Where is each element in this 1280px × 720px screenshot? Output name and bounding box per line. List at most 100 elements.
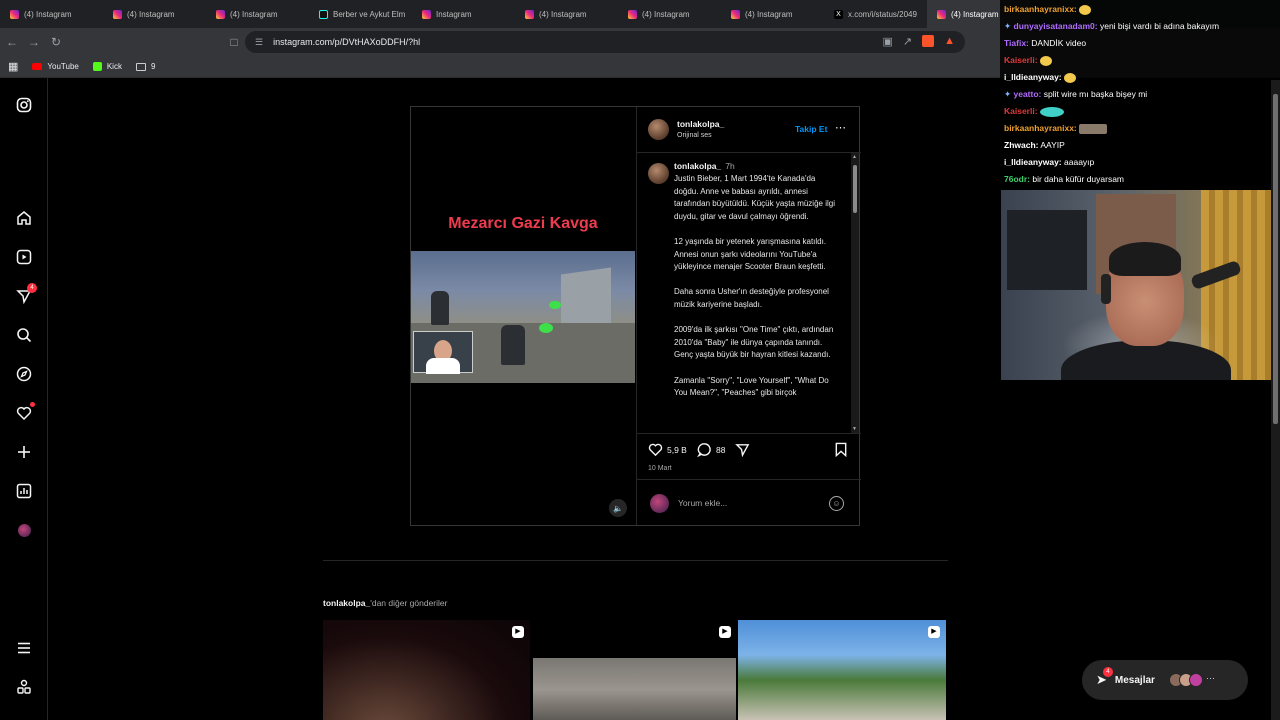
post-details: tonlakolpa_ Orijinal ses Takip Et ⋯ tonl… bbox=[636, 107, 861, 525]
chat-message: 76odr: bir daha küfür duyarsam bbox=[1004, 174, 1124, 184]
browser-tab[interactable]: (4) Instagram bbox=[0, 0, 103, 28]
tab-label: Instagram bbox=[436, 9, 472, 19]
user-avatar[interactable] bbox=[648, 119, 669, 140]
grid-post[interactable]: ▶ bbox=[533, 620, 736, 720]
bookmark-youtube[interactable]: YouTube bbox=[32, 62, 79, 71]
reel-icon: ▶ bbox=[928, 626, 940, 638]
post-username[interactable]: tonlakolpa_ bbox=[677, 119, 724, 129]
emoji-icon[interactable]: ☺ bbox=[829, 496, 844, 511]
share-icon[interactable]: ↗ bbox=[903, 35, 912, 48]
back-icon[interactable]: ← bbox=[2, 32, 22, 52]
grid-post[interactable]: ▶ bbox=[738, 620, 946, 720]
reels-icon[interactable] bbox=[14, 247, 34, 267]
like-icon[interactable] bbox=[648, 442, 663, 460]
instagram-logo-icon[interactable] bbox=[14, 95, 34, 115]
message-avatars: ⋯ bbox=[1168, 673, 1215, 687]
chat-text: bir daha küfür duyarsam bbox=[1032, 174, 1125, 184]
audio-label[interactable]: Orijinal ses bbox=[677, 132, 712, 139]
tab-label: (4) Instagram bbox=[745, 9, 793, 19]
caption-paragraph: 12 yaşında bir yetenek yarışmasına katıl… bbox=[674, 236, 827, 272]
meta-apps-icon[interactable] bbox=[14, 677, 34, 697]
browser-tab[interactable]: Berber ve Aykut Elm bbox=[309, 0, 412, 28]
bookmark-folder[interactable]: 9 bbox=[135, 62, 155, 71]
heart-icon[interactable] bbox=[14, 402, 35, 423]
menu-icon[interactable] bbox=[14, 638, 34, 658]
notification-badge: 4 bbox=[27, 283, 37, 293]
caption-avatar[interactable] bbox=[648, 163, 669, 184]
browser-tab[interactable]: (4) Instagram bbox=[721, 0, 824, 28]
home-icon[interactable] bbox=[14, 208, 34, 228]
rewards-icon[interactable]: ▲ bbox=[944, 35, 955, 48]
address-bar[interactable]: ☰ instagram.com/p/DVtHAXoDDFH/?hl ▣ ↗ ▲ bbox=[245, 31, 965, 53]
page-scrollbar[interactable] bbox=[1271, 80, 1280, 720]
browser-tab[interactable]: Xx.com/i/status/2049 bbox=[824, 0, 927, 28]
comment-icon[interactable] bbox=[696, 442, 712, 460]
comment-input[interactable]: Yorum ekle... bbox=[678, 498, 727, 508]
caption-scrollbar[interactable]: ▲ ▼ bbox=[851, 153, 859, 433]
chat-message: ✦ dunyayisatanadam0: yeni bişi vardı bi … bbox=[1004, 21, 1219, 32]
badge-icon: ✦ bbox=[1004, 21, 1012, 31]
chat-user: Kaiserli: bbox=[1004, 106, 1038, 116]
comment-box: Yorum ekle... ☺ bbox=[637, 479, 861, 525]
scrollbar-thumb[interactable] bbox=[853, 165, 857, 213]
tiktok-icon bbox=[319, 9, 328, 19]
reload-icon[interactable]: ↻ bbox=[46, 32, 66, 52]
bookmark-label: YouTube bbox=[47, 62, 79, 71]
bookmark-icon[interactable]: □ bbox=[224, 32, 244, 52]
grid-post[interactable]: ▶ bbox=[323, 620, 530, 720]
tab-label: (4) Instagram bbox=[951, 9, 999, 19]
chat-user: Zhwach: bbox=[1004, 140, 1039, 150]
chat-message: birkaanhayranixx: bbox=[1004, 123, 1108, 134]
post-caption: tonlakolpa_ 7h Justin Bieber, 1 Mart 1994… bbox=[637, 153, 861, 433]
create-icon[interactable] bbox=[14, 442, 34, 462]
dashboard-icon[interactable] bbox=[14, 481, 34, 501]
site-settings-icon[interactable]: ☰ bbox=[255, 37, 263, 48]
emote-icon bbox=[1079, 123, 1108, 134]
messages-badge: 4 bbox=[1102, 667, 1113, 677]
kick-icon bbox=[92, 62, 102, 71]
comment-count: 88 bbox=[716, 445, 726, 455]
search-icon[interactable] bbox=[14, 325, 34, 345]
chat-message: i_lldieanyway: aaaayıp bbox=[1004, 157, 1094, 167]
brave-shield-icon[interactable] bbox=[922, 35, 935, 47]
scrollbar-thumb[interactable] bbox=[1273, 94, 1278, 424]
volume-icon[interactable]: 🔈 bbox=[609, 499, 627, 517]
direct-icon[interactable]: 4 bbox=[14, 283, 37, 306]
caption-username[interactable]: tonlakolpa_ bbox=[674, 161, 721, 171]
post-actions: 5,9 B 88 10 Mart bbox=[637, 433, 861, 479]
apps-icon[interactable]: ▦ bbox=[8, 60, 18, 73]
tab-label: (4) Instagram bbox=[127, 9, 175, 19]
browser-tab[interactable]: (4) Instagram bbox=[515, 0, 618, 28]
profile-avatar-icon[interactable] bbox=[14, 520, 34, 540]
share-icon[interactable] bbox=[735, 442, 750, 460]
explore-icon[interactable] bbox=[14, 364, 34, 384]
browser-tab[interactable]: Instagram bbox=[412, 0, 515, 28]
like-count[interactable]: 5,9 B bbox=[667, 445, 687, 455]
chat-user: Kaiserli: bbox=[1004, 55, 1038, 65]
badge-icon: ✦ bbox=[1004, 89, 1012, 99]
bookmark-kick[interactable]: Kick bbox=[92, 62, 122, 71]
chat-message: Tiafix: DANDİK video bbox=[1004, 38, 1086, 48]
reel-icon: ▶ bbox=[512, 626, 524, 638]
instagram-icon bbox=[731, 9, 740, 19]
save-icon[interactable] bbox=[834, 442, 848, 460]
more-options-icon[interactable]: ⋯ bbox=[835, 121, 846, 134]
chat-user: i_lldieanyway: bbox=[1004, 157, 1062, 167]
forward-icon[interactable]: → bbox=[24, 32, 44, 52]
browser-tab[interactable]: (4) Instagram bbox=[618, 0, 721, 28]
chat-message: i_lldieanyway: bbox=[1004, 72, 1077, 83]
follow-button[interactable]: Takip Et bbox=[795, 124, 827, 134]
post-video[interactable]: Mezarcı Gazi Kavga 🔈 bbox=[411, 107, 635, 525]
chat-message: birkaanhayranixx: bbox=[1004, 4, 1092, 15]
cast-icon[interactable]: ▣ bbox=[882, 35, 892, 48]
more-posts-username[interactable]: tonlakolpa_ bbox=[323, 598, 370, 608]
tab-label: (4) Instagram bbox=[230, 9, 278, 19]
address-text: instagram.com/p/DVtHAXoDDFH/?hl bbox=[273, 37, 421, 47]
browser-tab[interactable]: (4) Instagram bbox=[206, 0, 309, 28]
messages-button[interactable]: ➤ 4 Mesajlar ⋯ bbox=[1082, 660, 1248, 700]
browser-tab[interactable]: (4) Instagram bbox=[103, 0, 206, 28]
instagram-icon bbox=[216, 9, 225, 19]
more-icon: ⋯ bbox=[1205, 673, 1215, 683]
instagram-icon bbox=[937, 9, 946, 19]
caption-paragraph: 2009'da ilk şarkısı "One Time" çıktı, ar… bbox=[674, 325, 834, 360]
